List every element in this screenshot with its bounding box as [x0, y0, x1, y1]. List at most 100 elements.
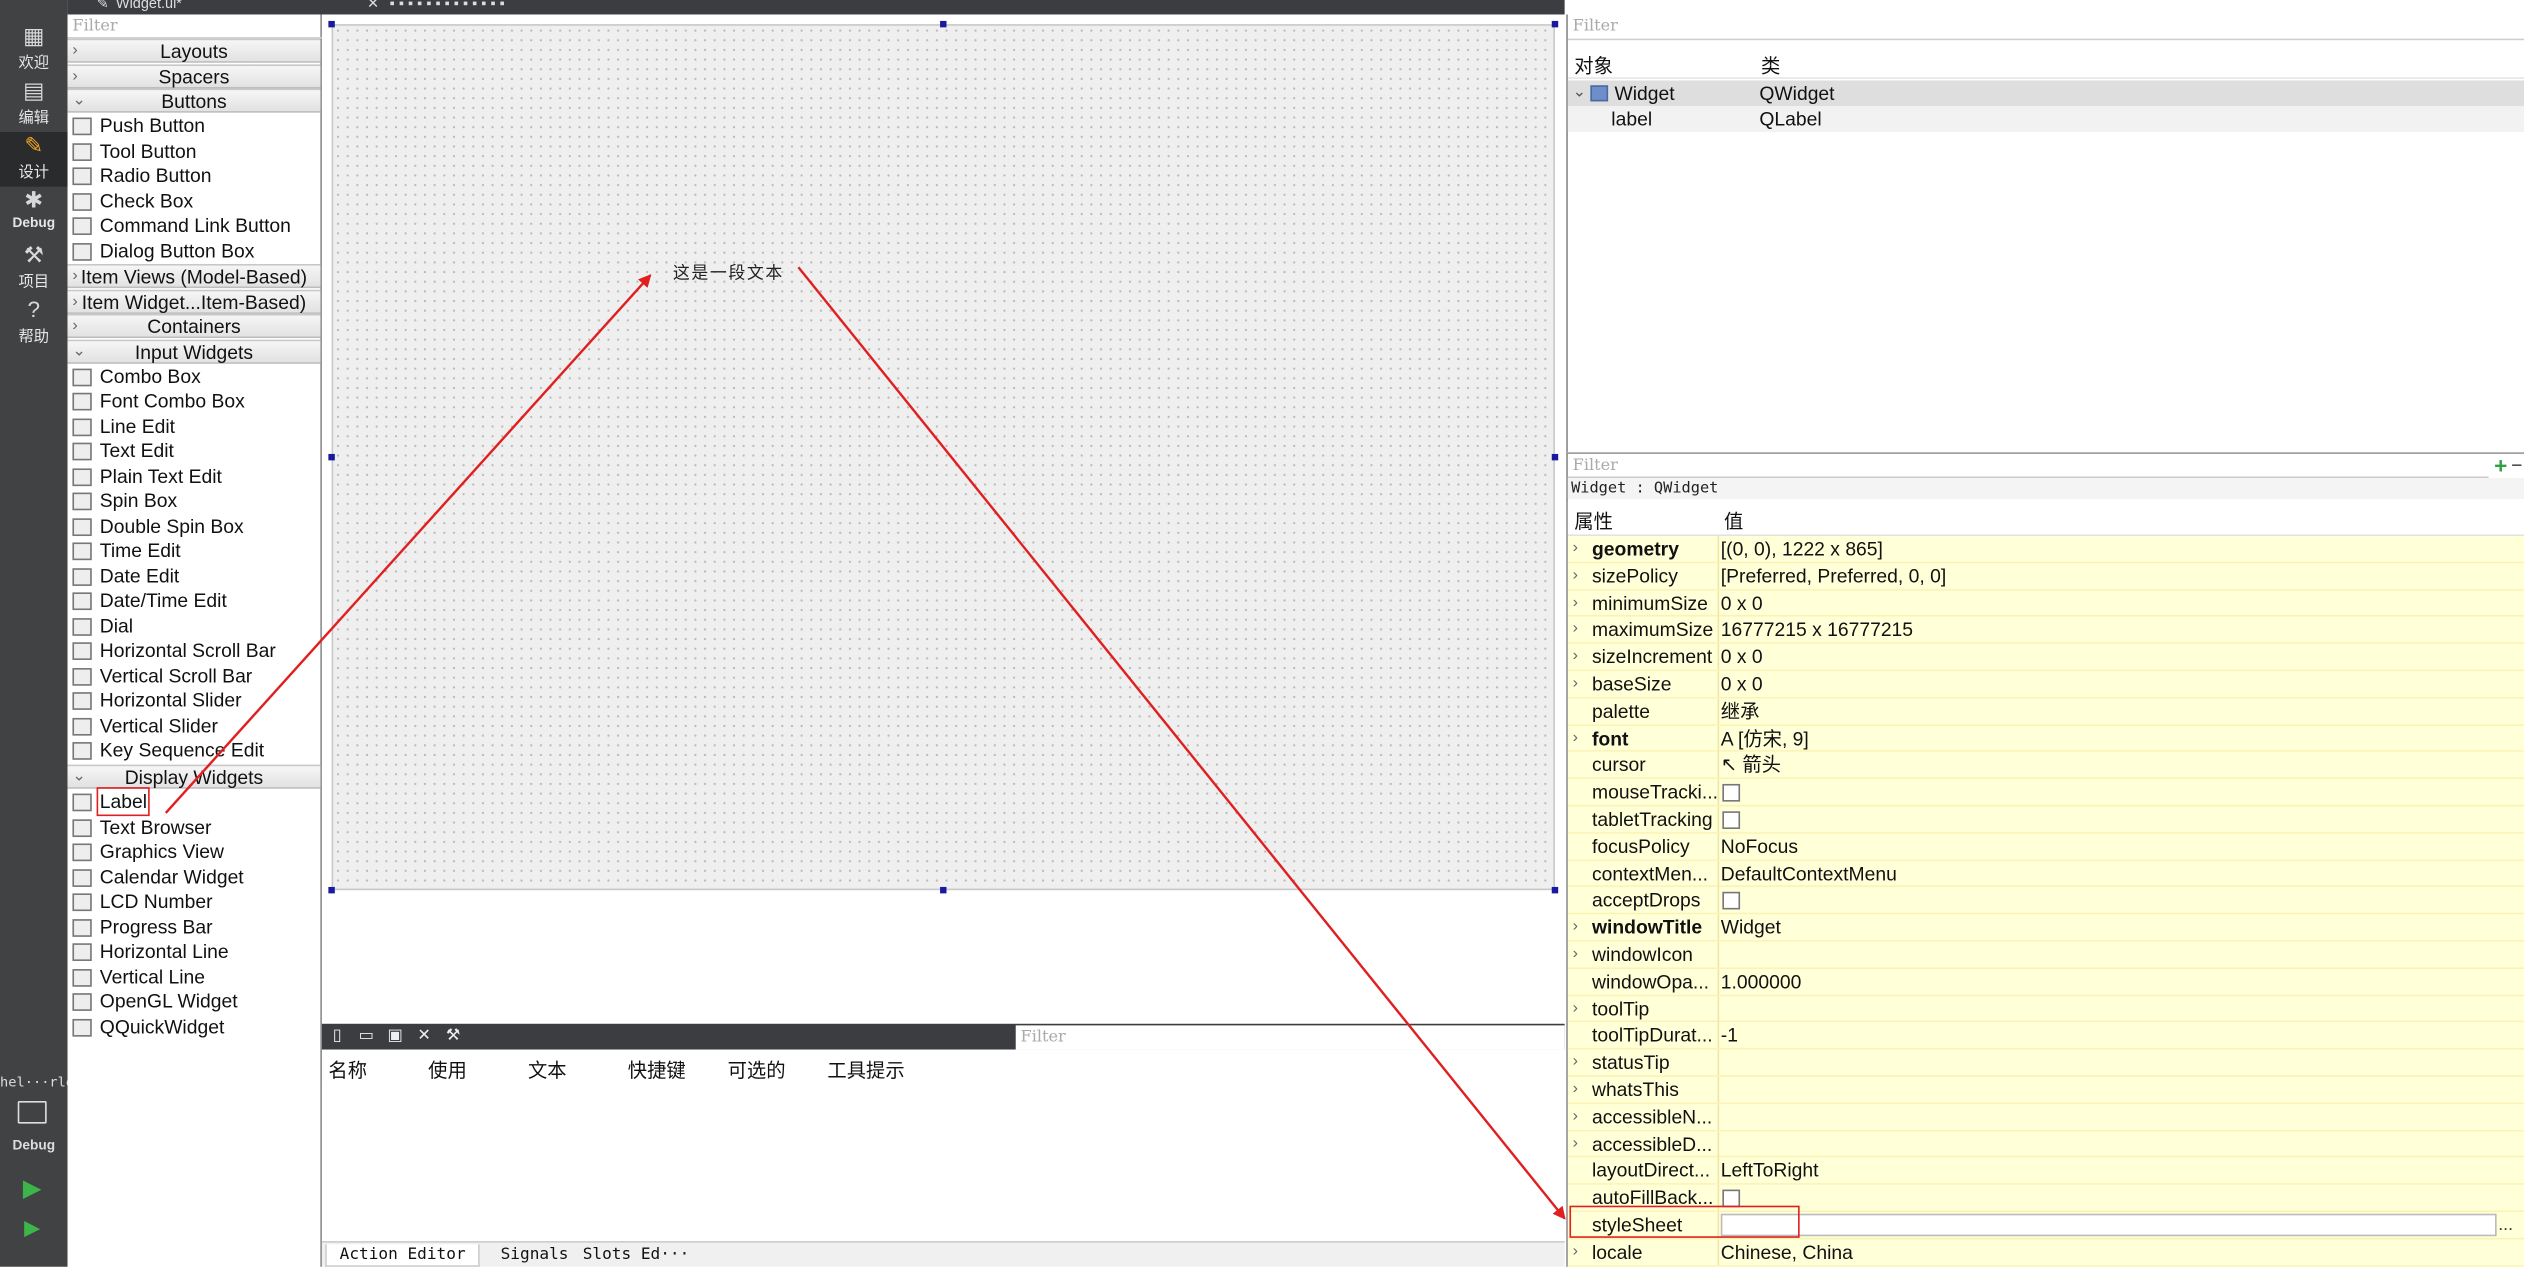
- widget-item-lcd-number[interactable]: LCD Number: [68, 890, 321, 915]
- widget-item-double-spin-box[interactable]: Double Spin Box: [68, 514, 321, 539]
- mode-design[interactable]: ✎ 设计: [0, 131, 68, 187]
- widget-item-vertical-line[interactable]: Vertical Line: [68, 965, 321, 990]
- category-buttons[interactable]: ⌄ Buttons: [67, 88, 321, 113]
- resize-handle[interactable]: [328, 453, 335, 461]
- property-checkbox[interactable]: [1722, 892, 1741, 911]
- widget-item-push-button[interactable]: Push Button: [68, 114, 321, 139]
- action-table-body[interactable]: [321, 1081, 1565, 1243]
- paste-icon[interactable]: ▣: [386, 1027, 404, 1045]
- property-row[interactable]: focusPolicy NoFocus: [1567, 833, 2524, 861]
- widget-item-dial[interactable]: Dial: [68, 614, 321, 639]
- resize-handle[interactable]: [940, 20, 947, 28]
- run-button[interactable]: ▶: [16, 1175, 48, 1204]
- widget-item-command-link-button[interactable]: Command Link Button: [68, 214, 321, 239]
- widget-item-check-box[interactable]: Check Box: [68, 189, 321, 214]
- property-row[interactable]: › windowIcon: [1567, 941, 2524, 969]
- mode-help[interactable]: ? 帮助: [0, 296, 68, 351]
- file-tab[interactable]: Widget.ui*: [116, 0, 182, 11]
- property-value[interactable]: LeftToRight: [1721, 1158, 1819, 1184]
- resize-handle[interactable]: [1551, 453, 1559, 461]
- category-containers[interactable]: › Containers: [67, 313, 321, 339]
- widget-item-plain-text-edit[interactable]: Plain Text Edit: [68, 464, 321, 489]
- chevron-right-icon[interactable]: ›: [1573, 1131, 1578, 1157]
- property-filter-input[interactable]: Filter: [1567, 454, 2489, 479]
- category-item-views[interactable]: › Item Views (Model-Based): [67, 263, 321, 289]
- property-row[interactable]: › geometry [(0, 0), 1222 x 865]: [1567, 536, 2524, 564]
- object-row-widget[interactable]: ⌄ Widget QWidget: [1567, 80, 2524, 107]
- widget-item-progress-bar[interactable]: Progress Bar: [68, 915, 321, 940]
- widget-item-graphics-view[interactable]: Graphics View: [68, 840, 321, 865]
- settings-icon[interactable]: ⚒: [444, 1027, 462, 1045]
- object-row-label[interactable]: label QLabel: [1567, 106, 2524, 132]
- property-checkbox[interactable]: [1722, 811, 1741, 829]
- property-value[interactable]: 16777215 x 16777215: [1721, 617, 1913, 643]
- widget-item-radio-button[interactable]: Radio Button: [68, 164, 321, 189]
- widget-item-horizontal-line[interactable]: Horizontal Line: [68, 940, 321, 965]
- remove-property-button[interactable]: −: [2511, 454, 2524, 477]
- widget-item-spin-box[interactable]: Spin Box: [68, 489, 321, 514]
- tab-slots-editor[interactable]: Slots Ed···: [583, 1244, 690, 1267]
- tab-signals[interactable]: Signals: [501, 1244, 569, 1267]
- mode-edit[interactable]: ▤ 编辑: [0, 77, 68, 132]
- property-row[interactable]: toolTipDurat... -1: [1567, 1022, 2524, 1050]
- property-row[interactable]: contextMen... DefaultContextMenu: [1567, 860, 2524, 888]
- property-value[interactable]: [Preferred, Preferred, 0, 0]: [1721, 563, 1946, 589]
- chevron-right-icon[interactable]: ›: [1573, 1104, 1578, 1130]
- new-action-icon[interactable]: ▯: [328, 1027, 346, 1045]
- edit-stylesheet-button[interactable]: ...: [2498, 1212, 2513, 1238]
- category-item-widgets[interactable]: › Item Widget...Item-Based): [67, 288, 321, 314]
- property-row[interactable]: › accessibleD...: [1567, 1130, 2524, 1159]
- widget-item-date-edit[interactable]: Date Edit: [68, 564, 321, 589]
- resize-handle[interactable]: [1551, 20, 1559, 28]
- chevron-right-icon[interactable]: ›: [1573, 644, 1578, 670]
- property-value[interactable]: Widget: [1721, 915, 1781, 941]
- property-value[interactable]: 0 x 0: [1721, 644, 1763, 670]
- chevron-right-icon[interactable]: ›: [1573, 1077, 1578, 1103]
- property-value[interactable]: 0 x 0: [1721, 671, 1763, 697]
- tab-action-editor[interactable]: Action Editor: [325, 1244, 481, 1267]
- chevron-right-icon[interactable]: ›: [1573, 1239, 1578, 1265]
- kit-selector[interactable]: hel···rld: [0, 1075, 74, 1091]
- category-input-widgets[interactable]: ⌄ Input Widgets: [67, 338, 321, 363]
- property-value[interactable]: 1.000000: [1721, 969, 1802, 995]
- property-row[interactable]: acceptDrops: [1567, 887, 2524, 915]
- property-row[interactable]: › maximumSize 16777215 x 16777215: [1567, 617, 2524, 645]
- category-spacers[interactable]: › Spacers: [67, 63, 321, 88]
- widget-filter-input[interactable]: Filter: [67, 14, 322, 39]
- delete-icon[interactable]: ✕: [415, 1027, 433, 1045]
- chevron-right-icon[interactable]: ›: [1573, 590, 1578, 616]
- chevron-right-icon[interactable]: ›: [1573, 942, 1578, 968]
- chevron-right-icon[interactable]: ›: [1573, 536, 1578, 562]
- property-row[interactable]: › toolTip: [1567, 995, 2524, 1023]
- property-value[interactable]: DefaultContextMenu: [1721, 861, 1897, 887]
- property-value[interactable]: ↖ 箭头: [1721, 752, 1781, 778]
- widget-item-font-combo-box[interactable]: Font Combo Box: [68, 390, 321, 415]
- widget-item-dialog-button-box[interactable]: Dialog Button Box: [68, 239, 321, 264]
- property-row[interactable]: › sizeIncrement 0 x 0: [1567, 644, 2524, 672]
- widget-item-horizontal-slider[interactable]: Horizontal Slider: [68, 689, 321, 714]
- action-filter-input[interactable]: Filter: [1015, 1025, 1565, 1050]
- chevron-right-icon[interactable]: ›: [1573, 1050, 1578, 1076]
- widget-item-line-edit[interactable]: Line Edit: [68, 414, 321, 439]
- widget-item-text-browser[interactable]: Text Browser: [68, 815, 321, 840]
- widget-item-vertical-slider[interactable]: Vertical Slider: [68, 714, 321, 739]
- copy-icon[interactable]: ▭: [357, 1027, 375, 1045]
- chevron-right-icon[interactable]: ›: [1573, 617, 1578, 643]
- category-display-widgets[interactable]: ⌄ Display Widgets: [67, 764, 321, 789]
- chevron-right-icon[interactable]: ›: [1573, 563, 1578, 589]
- property-row[interactable]: windowOpa... 1.000000: [1567, 968, 2524, 996]
- toolbar-icons[interactable]: ▪ ▪ ▪ ▪ ▪ ▪ ▪ ▪ ▪ ▪ ▪ ▪ ▪: [390, 0, 505, 11]
- chevron-right-icon[interactable]: ›: [1573, 671, 1578, 697]
- property-row[interactable]: layoutDirect... LeftToRight: [1567, 1158, 2524, 1186]
- property-value[interactable]: Chinese, China: [1721, 1239, 1853, 1265]
- property-row[interactable]: tabletTracking: [1567, 806, 2524, 834]
- form-canvas[interactable]: [331, 24, 1555, 891]
- widget-item-vertical-scroll-bar[interactable]: Vertical Scroll Bar: [68, 664, 321, 689]
- property-value[interactable]: A [仿宋, 9]: [1721, 725, 1809, 751]
- property-row[interactable]: › statusTip: [1567, 1049, 2524, 1077]
- property-checkbox[interactable]: [1722, 784, 1741, 802]
- category-layouts[interactable]: › Layouts: [67, 38, 321, 63]
- widget-item-date-time-edit[interactable]: Date/Time Edit: [68, 589, 321, 614]
- form-label-widget[interactable]: 这是一段文本: [673, 261, 784, 285]
- property-value[interactable]: [(0, 0), 1222 x 865]: [1721, 536, 1883, 562]
